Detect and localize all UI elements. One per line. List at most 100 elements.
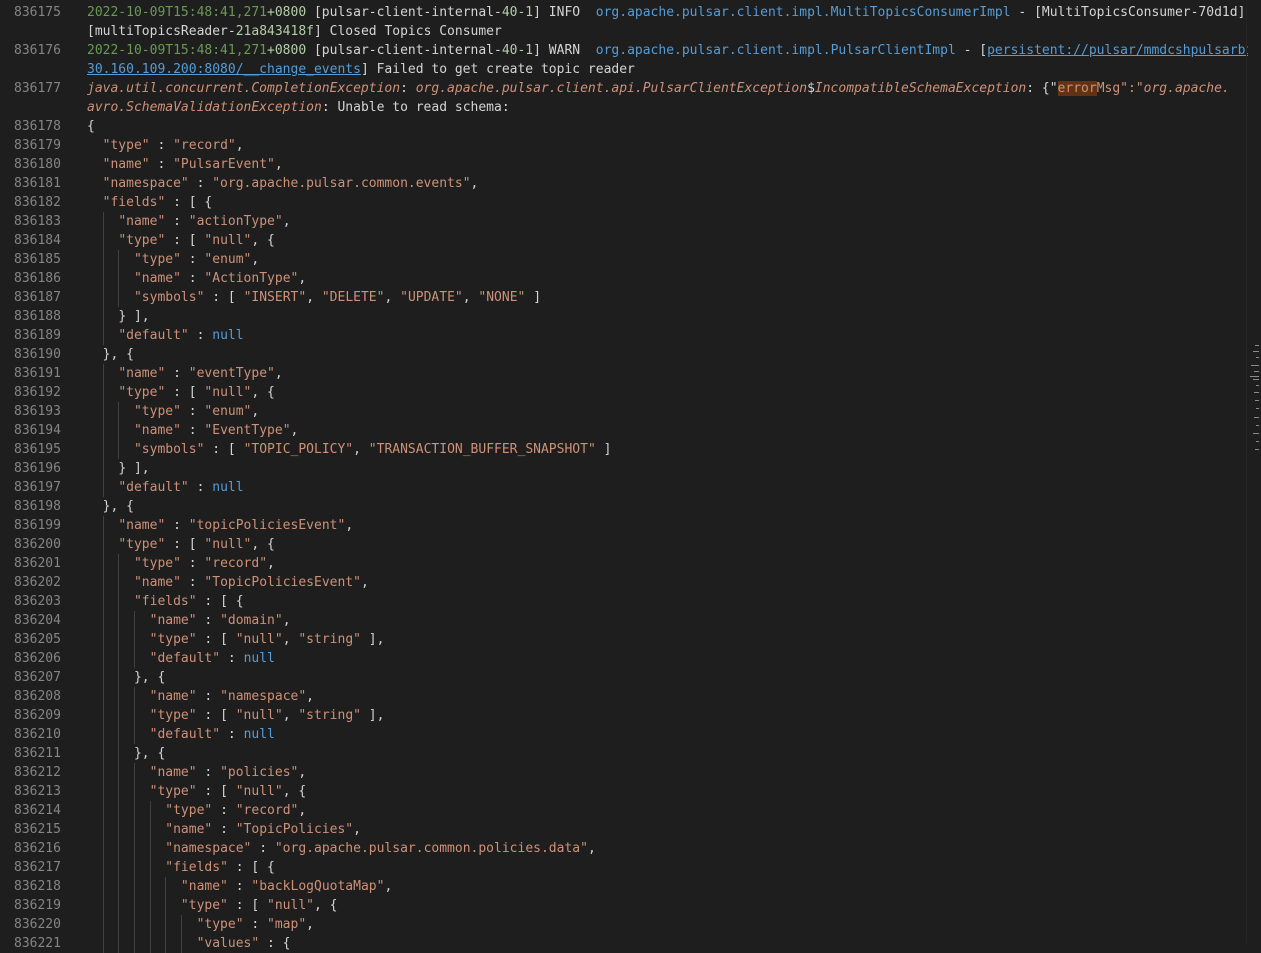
line-text[interactable]: "name" : "namespace",: [87, 687, 1248, 706]
line-text[interactable]: "type" : [ "null", {: [87, 535, 1248, 554]
line-text[interactable]: "values" : {: [87, 934, 1248, 953]
editor-line-wrap[interactable]: avro.SchemaValidationException: Unable t…: [0, 98, 1248, 117]
line-text[interactable]: java.util.concurrent.CompletionException…: [87, 79, 1248, 98]
editor-line[interactable]: 836199 "name" : "topicPoliciesEvent",: [0, 516, 1248, 535]
line-text[interactable]: "fields" : [ {: [87, 858, 1248, 877]
line-text[interactable]: "name" : "domain",: [87, 611, 1248, 630]
line-text[interactable]: "name" : "EventType",: [87, 421, 1248, 440]
editor-line[interactable]: 836176 2022-10-09T15:48:41,271+0800 [pul…: [0, 41, 1248, 60]
editor-line[interactable]: 836178 {: [0, 117, 1248, 136]
editor-line[interactable]: 836182 "fields" : [ {: [0, 193, 1248, 212]
topic-link[interactable]: 30.160.109.200:8080/__change_events: [87, 62, 361, 77]
editor-line[interactable]: 836183 "name" : "actionType",: [0, 212, 1248, 231]
line-text[interactable]: "type" : "map",: [87, 915, 1248, 934]
line-text[interactable]: "name" : "ActionType",: [87, 269, 1248, 288]
line-text[interactable]: "type" : [ "null", "string" ],: [87, 706, 1248, 725]
editor-line-wrap[interactable]: [multiTopicsReader-21a843418f] Closed To…: [0, 22, 1248, 41]
editor-line[interactable]: 836188 } ],: [0, 307, 1248, 326]
editor-line[interactable]: 836220 "type" : "map",: [0, 915, 1248, 934]
line-text[interactable]: "name" : "eventType",: [87, 364, 1248, 383]
editor-line[interactable]: 836190 }, {: [0, 345, 1248, 364]
editor-line[interactable]: 836179 "type" : "record",: [0, 136, 1248, 155]
editor-line[interactable]: 836221 "values" : {: [0, 934, 1248, 953]
line-text[interactable]: "name" : "actionType",: [87, 212, 1248, 231]
editor-line[interactable]: 836196 } ],: [0, 459, 1248, 478]
line-text[interactable]: "symbols" : [ "TOPIC_POLICY", "TRANSACTI…: [87, 440, 1248, 459]
json-block[interactable]: 836178{836179 "type" : "record", 836180 "…: [0, 117, 1248, 953]
line-text[interactable]: 2022-10-09T15:48:41,271+0800 [pulsar-cli…: [87, 3, 1248, 22]
editor-line[interactable]: 836175 2022-10-09T15:48:41,271+0800 [pul…: [0, 3, 1248, 22]
line-text[interactable]: } ],: [87, 307, 1248, 326]
editor-line[interactable]: 836181 "namespace" : "org.apache.pulsar.…: [0, 174, 1248, 193]
editor-line[interactable]: 836187 "symbols" : [ "INSERT", "DELETE",…: [0, 288, 1248, 307]
editor-line[interactable]: 836192 "type" : [ "null", {: [0, 383, 1248, 402]
line-text[interactable]: "default" : null: [87, 649, 1248, 668]
line-text[interactable]: "default" : null: [87, 326, 1248, 345]
editor-line[interactable]: 836198 }, {: [0, 497, 1248, 516]
line-text[interactable]: "namespace" : "org.apache.pulsar.common.…: [87, 839, 1248, 858]
editor-line[interactable]: 836208 "name" : "namespace",: [0, 687, 1248, 706]
editor-line[interactable]: 836216 "namespace" : "org.apache.pulsar.…: [0, 839, 1248, 858]
editor-line[interactable]: 836180 "name" : "PulsarEvent",: [0, 155, 1248, 174]
line-text[interactable]: "name" : "TopicPoliciesEvent",: [87, 573, 1248, 592]
editor-line[interactable]: 836210 "default" : null: [0, 725, 1248, 744]
line-text[interactable]: "type" : [ "null", "string" ],: [87, 630, 1248, 649]
line-text[interactable]: "name" : "backLogQuotaMap",: [87, 877, 1248, 896]
editor-line[interactable]: 836197 "default" : null: [0, 478, 1248, 497]
line-text[interactable]: 30.160.109.200:8080/__change_events] Fai…: [87, 60, 1248, 79]
editor-line[interactable]: 836200 "type" : [ "null", {: [0, 535, 1248, 554]
line-text[interactable]: "type" : "record",: [87, 801, 1248, 820]
line-text[interactable]: "type" : [ "null", {: [87, 383, 1248, 402]
line-text[interactable]: "type" : [ "null", {: [87, 231, 1248, 250]
editor-line[interactable]: 836201 "type" : "record",: [0, 554, 1248, 573]
topic-link[interactable]: persistent://pulsar/mmdcshpulsarbi/: [987, 43, 1248, 58]
line-text[interactable]: "fields" : [ {: [87, 193, 1248, 212]
line-text[interactable]: "type" : [ "null", {: [87, 782, 1248, 801]
editor-line[interactable]: 836191 "name" : "eventType",: [0, 364, 1248, 383]
line-text[interactable]: "default" : null: [87, 478, 1248, 497]
editor-line[interactable]: 836185 "type" : "enum",: [0, 250, 1248, 269]
line-text[interactable]: 2022-10-09T15:48:41,271+0800 [pulsar-cli…: [87, 41, 1248, 60]
line-text[interactable]: {: [87, 117, 1248, 136]
line-text[interactable]: "name" : "PulsarEvent",: [87, 155, 1248, 174]
editor-line[interactable]: 836204 "name" : "domain",: [0, 611, 1248, 630]
line-text[interactable]: }, {: [87, 497, 1248, 516]
line-text[interactable]: "default" : null: [87, 725, 1248, 744]
line-text[interactable]: avro.SchemaValidationException: Unable t…: [87, 98, 1248, 117]
line-text[interactable]: } ],: [87, 459, 1248, 478]
line-text[interactable]: }, {: [87, 345, 1248, 364]
editor-line[interactable]: 836186 "name" : "ActionType",: [0, 269, 1248, 288]
editor-line[interactable]: 836209 "type" : [ "null", "string" ],: [0, 706, 1248, 725]
editor-line[interactable]: 836194 "name" : "EventType",: [0, 421, 1248, 440]
editor-line-wrap[interactable]: 30.160.109.200:8080/__change_events] Fai…: [0, 60, 1248, 79]
line-text[interactable]: }, {: [87, 668, 1248, 687]
overview-ruler[interactable]: [1246, 0, 1261, 943]
line-text[interactable]: "type" : [ "null", {: [87, 896, 1248, 915]
editor-line[interactable]: 836218 "name" : "backLogQuotaMap",: [0, 877, 1248, 896]
editor-line[interactable]: 836205 "type" : [ "null", "string" ],: [0, 630, 1248, 649]
editor-line[interactable]: 836213 "type" : [ "null", {: [0, 782, 1248, 801]
editor-line[interactable]: 836193 "type" : "enum",: [0, 402, 1248, 421]
editor-line[interactable]: 836206 "default" : null: [0, 649, 1248, 668]
editor-line[interactable]: 836195 "symbols" : [ "TOPIC_POLICY", "TR…: [0, 440, 1248, 459]
editor-line[interactable]: 836207 }, {: [0, 668, 1248, 687]
line-text[interactable]: }, {: [87, 744, 1248, 763]
editor-line[interactable]: 836203 "fields" : [ {: [0, 592, 1248, 611]
editor-line[interactable]: 836215 "name" : "TopicPolicies",: [0, 820, 1248, 839]
editor-content[interactable]: 836175 2022-10-09T15:48:41,271+0800 [pul…: [0, 3, 1248, 953]
editor-line[interactable]: 836219 "type" : [ "null", {: [0, 896, 1248, 915]
line-text[interactable]: "fields" : [ {: [87, 592, 1248, 611]
line-text[interactable]: [multiTopicsReader-21a843418f] Closed To…: [87, 22, 1248, 41]
editor-line[interactable]: 836202 "name" : "TopicPoliciesEvent",: [0, 573, 1248, 592]
editor-line[interactable]: 836214 "type" : "record",: [0, 801, 1248, 820]
line-text[interactable]: "symbols" : [ "INSERT", "DELETE", "UPDAT…: [87, 288, 1248, 307]
editor-line[interactable]: 836212 "name" : "policies",: [0, 763, 1248, 782]
line-text[interactable]: "type" : "enum",: [87, 402, 1248, 421]
line-text[interactable]: "namespace" : "org.apache.pulsar.common.…: [87, 174, 1248, 193]
editor-line[interactable]: 836184 "type" : [ "null", {: [0, 231, 1248, 250]
editor-line[interactable]: 836211 }, {: [0, 744, 1248, 763]
line-text[interactable]: "name" : "TopicPolicies",: [87, 820, 1248, 839]
editor-line[interactable]: 836177 java.util.concurrent.CompletionEx…: [0, 79, 1248, 98]
line-text[interactable]: "type" : "enum",: [87, 250, 1248, 269]
editor-line[interactable]: 836189 "default" : null: [0, 326, 1248, 345]
